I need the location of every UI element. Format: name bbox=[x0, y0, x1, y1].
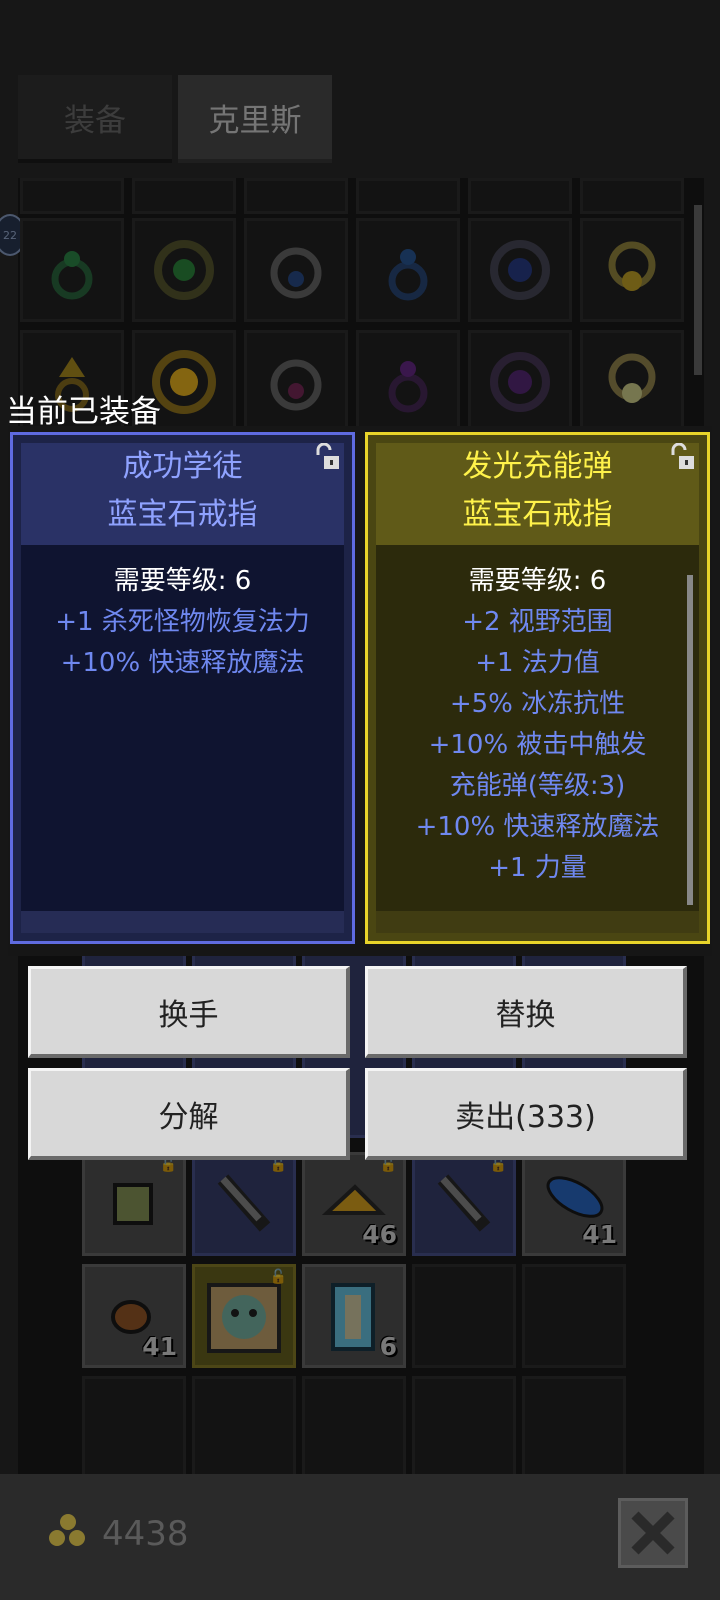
stat-line: +5% 冰冻抗性 bbox=[449, 689, 626, 719]
salvage-button[interactable]: 分解 bbox=[28, 1068, 350, 1160]
gold-amount: 4438 bbox=[102, 1514, 189, 1554]
close-button[interactable] bbox=[618, 1498, 688, 1568]
item-stats: 需要等级: 6 +2 视野范围 +1 法力值 +5% 冰冻抗性 +10% 被击中… bbox=[376, 545, 699, 933]
item-title: 成功学徒 蓝宝石戒指 bbox=[21, 443, 344, 545]
level-requirement: 需要等级: 6 bbox=[468, 566, 607, 596]
stat-line: +10% 被击中触发 bbox=[428, 730, 647, 760]
stat-line: +1 杀死怪物恢复法力 bbox=[55, 607, 310, 637]
swap-hand-button[interactable]: 换手 bbox=[28, 966, 350, 1058]
item-title: 发光充能弹 蓝宝石戒指 bbox=[376, 443, 699, 545]
card-scrollbar[interactable] bbox=[687, 575, 693, 905]
close-icon bbox=[631, 1511, 675, 1555]
item-stats: 需要等级: 6 +1 杀死怪物恢复法力 +10% 快速释放魔法 bbox=[21, 545, 344, 933]
stat-line: +10% 快速释放魔法 bbox=[415, 812, 660, 842]
equipped-item-card: 成功学徒 蓝宝石戒指 需要等级: 6 +1 杀死怪物恢复法力 +10% 快速释放… bbox=[10, 432, 355, 944]
selected-item-card: 发光充能弹 蓝宝石戒指 需要等级: 6 +2 视野范围 +1 法力值 +5% 冰… bbox=[365, 432, 710, 944]
stat-line: +10% 快速释放魔法 bbox=[60, 648, 305, 678]
item-name-line1: 发光充能弹 bbox=[462, 449, 613, 484]
item-name-line2: 蓝宝石戒指 bbox=[107, 497, 258, 532]
stat-line: 充能弹(等级:3) bbox=[449, 771, 626, 801]
card-footer bbox=[376, 911, 699, 933]
unlock-icon[interactable] bbox=[667, 443, 697, 473]
card-footer bbox=[21, 911, 344, 933]
stat-line: +1 力量 bbox=[488, 853, 587, 883]
sell-button[interactable]: 卖出(333) bbox=[365, 1068, 687, 1160]
unlock-icon[interactable] bbox=[312, 443, 342, 473]
stat-line: +1 法力值 bbox=[475, 648, 600, 678]
replace-button[interactable]: 替换 bbox=[365, 966, 687, 1058]
item-name-line1: 成功学徒 bbox=[122, 449, 243, 484]
currently-equipped-label: 当前已装备 bbox=[6, 394, 161, 430]
level-requirement: 需要等级: 6 bbox=[113, 566, 252, 596]
stat-line: +2 视野范围 bbox=[462, 607, 613, 637]
item-name-line2: 蓝宝石戒指 bbox=[462, 497, 613, 532]
gold-coins-icon bbox=[49, 1514, 85, 1546]
